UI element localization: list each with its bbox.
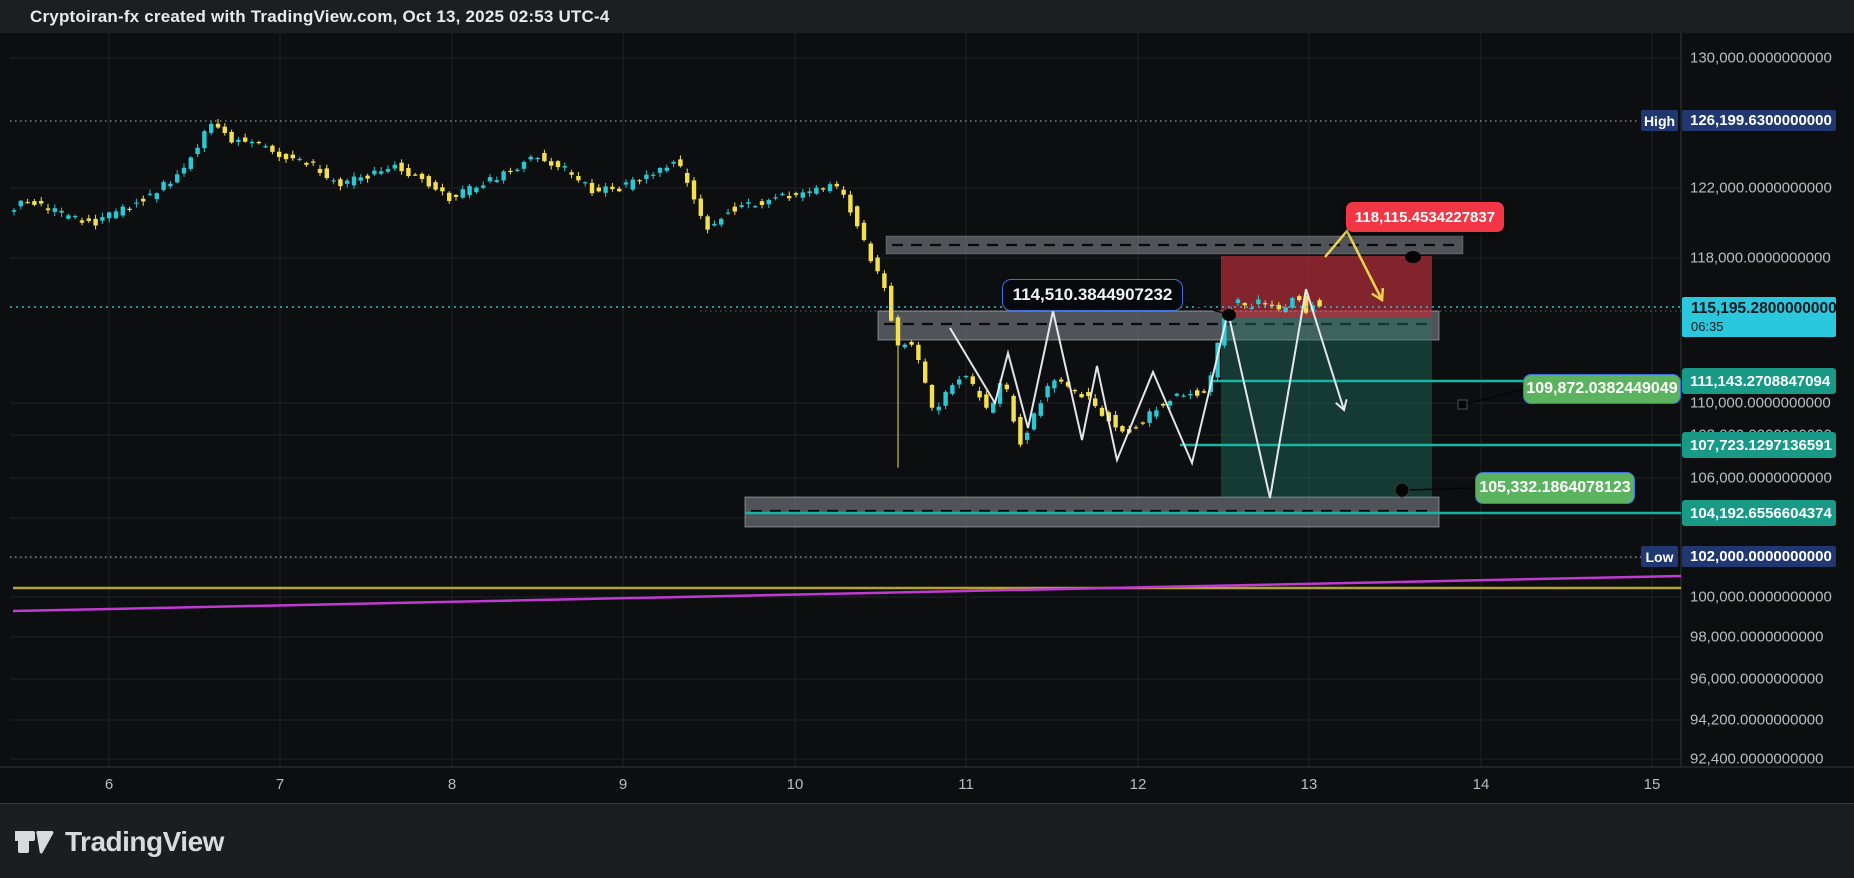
target-box	[1221, 318, 1432, 497]
callout-marker-square	[1458, 400, 1467, 409]
snapshot-title: Cryptoiran-fx created with TradingView.c…	[30, 7, 610, 27]
tradingview-logo-icon	[15, 826, 55, 858]
last-price-badge: 115,195.280000000006:35	[1682, 297, 1836, 337]
date-tick: 9	[619, 776, 627, 793]
price-tick: 100,000.0000000000	[1690, 589, 1832, 606]
tradingview-logo-text: TradingView	[65, 826, 224, 858]
price-tick: 106,000.0000000000	[1690, 470, 1832, 487]
snapshot-title-bar: Cryptoiran-fx created with TradingView.c…	[0, 0, 1854, 34]
last-price-value: 115,195.2800000000	[1691, 300, 1837, 319]
price-tick: 118,000.0000000000	[1690, 250, 1831, 267]
price-annotation-114510[interactable]: 114,510.3844907232	[1002, 279, 1183, 311]
target-label-0[interactable]: 109,872.0382449049	[1523, 374, 1681, 404]
price-tick: 96,000.0000000000	[1690, 671, 1823, 688]
bar-countdown: 06:35	[1691, 319, 1724, 335]
tradingview-snapshot: Cryptoiran-fx created with TradingView.c…	[0, 0, 1854, 878]
date-tick: 7	[276, 776, 284, 793]
date-tick: 12	[1130, 776, 1147, 793]
magenta-trend-line	[13, 576, 1681, 611]
level-badge-0: 111,143.2708847094	[1682, 368, 1836, 394]
date-tick: 11	[958, 776, 974, 793]
price-tick: 130,000.0000000000	[1690, 50, 1832, 67]
date-tick: 8	[448, 776, 456, 793]
date-tick: 13	[1301, 776, 1318, 793]
callout-marker-circle	[1395, 483, 1409, 497]
date-tick: 15	[1644, 776, 1661, 793]
price-tick: 92,400.0000000000	[1690, 751, 1823, 768]
low-value-badge: 102,000.0000000000	[1682, 546, 1836, 567]
price-tick: 98,000.0000000000	[1690, 629, 1823, 646]
target-label-1[interactable]: 105,332.1864078123	[1475, 472, 1635, 504]
high-value-badge: 126,199.6300000000	[1682, 110, 1836, 131]
price-annotation-118115[interactable]: 118,115.4534227837	[1346, 202, 1504, 232]
blue-label-dot	[1222, 309, 1236, 321]
date-tick: 10	[787, 776, 804, 793]
tradingview-logo[interactable]: TradingView	[15, 826, 224, 858]
date-tick: 14	[1473, 776, 1490, 793]
low-tag-badge: Low	[1641, 546, 1678, 567]
high-tag-badge: High	[1641, 110, 1678, 131]
price-chart[interactable]	[0, 33, 1854, 803]
level-badge-1: 107,723.1297136591	[1682, 432, 1836, 458]
bottom-brand-bar: TradingView	[0, 803, 1854, 878]
level-badge-2: 104,192.6556604374	[1682, 500, 1836, 526]
price-tick: 110,000.0000000000	[1690, 395, 1831, 412]
date-tick: 6	[105, 776, 113, 793]
price-tick: 122,000.0000000000	[1690, 180, 1832, 197]
price-tick: 94,200.0000000000	[1690, 712, 1823, 729]
red-box-dot	[1405, 251, 1421, 263]
